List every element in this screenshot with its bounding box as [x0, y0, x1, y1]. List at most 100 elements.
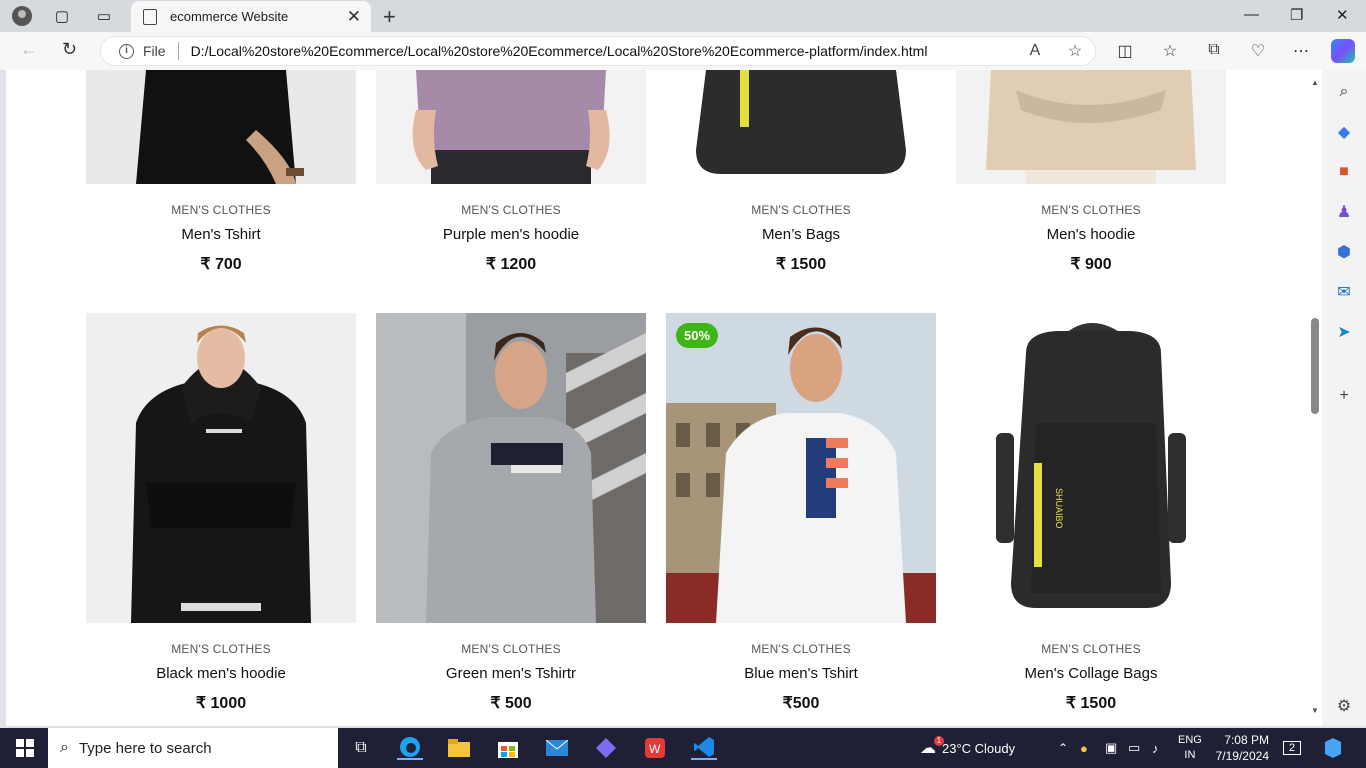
- windows-taskbar: ⌕ Type here to search ⧉ W ☁ 23°C Cloudy …: [0, 728, 1366, 768]
- product-image[interactable]: [666, 70, 936, 184]
- language-bottom: IN: [1184, 749, 1196, 761]
- close-window-icon[interactable]: ✕: [1336, 6, 1349, 24]
- product-card[interactable]: MEN'S CLOTHES Black men's hoodie ₹ 1000: [86, 313, 356, 713]
- language-top: ENG: [1178, 734, 1202, 746]
- microsoft-365-icon[interactable]: ⬢: [1334, 242, 1354, 262]
- product-name[interactable]: Men’s Bags: [666, 226, 936, 243]
- refresh-button[interactable]: ↻: [62, 39, 77, 60]
- file-explorer-icon[interactable]: [446, 736, 472, 760]
- read-aloud-icon[interactable]: A: [1015, 42, 1055, 60]
- product-image[interactable]: [376, 70, 646, 184]
- minimize-icon[interactable]: —: [1244, 6, 1259, 23]
- microsoft-store-icon[interactable]: [495, 736, 521, 760]
- product-card[interactable]: MEN'S CLOTHES Men's Tshirt ₹ 700: [86, 70, 356, 274]
- vscode-icon[interactable]: [691, 736, 717, 760]
- product-image[interactable]: SHUAIBO: [956, 313, 1226, 623]
- product-price: ₹500: [782, 695, 820, 712]
- language-indicator[interactable]: ENG IN: [1178, 728, 1202, 768]
- product-category: MEN'S CLOTHES: [461, 642, 561, 656]
- product-image[interactable]: [376, 313, 646, 623]
- date-text: 7/19/2024: [1215, 749, 1269, 763]
- profile-avatar-icon[interactable]: [10, 4, 34, 28]
- close-tab-icon[interactable]: ✕: [347, 7, 361, 27]
- notifications-icon[interactable]: 2: [1283, 728, 1302, 768]
- task-view-icon[interactable]: ⧉: [348, 736, 374, 760]
- send-icon[interactable]: ➤: [1334, 322, 1354, 342]
- product-name[interactable]: Men's Tshirt: [86, 226, 356, 243]
- more-menu-icon[interactable]: ⋯: [1289, 41, 1313, 61]
- svg-text:W: W: [649, 742, 661, 756]
- copilot-icon[interactable]: [1331, 39, 1355, 63]
- scroll-down-icon[interactable]: ▼: [1311, 706, 1319, 715]
- favorite-star-icon[interactable]: ☆: [1055, 41, 1095, 61]
- search-placeholder: Type here to search: [78, 739, 212, 757]
- edge-browser-icon[interactable]: [397, 736, 423, 760]
- page-icon: [143, 8, 157, 25]
- tab-ecommerce[interactable]: ecommerce Website ✕: [131, 1, 371, 32]
- product-card[interactable]: MEN'S CLOTHES Men’s Bags ₹ 1500: [666, 70, 936, 274]
- svg-text:SHUAIBO: SHUAIBO: [1054, 488, 1064, 529]
- restore-icon[interactable]: ❐: [1290, 6, 1303, 24]
- product-category: MEN'S CLOTHES: [171, 203, 271, 217]
- notification-count: 2: [1283, 741, 1302, 755]
- wps-office-icon[interactable]: W: [642, 736, 668, 760]
- product-name[interactable]: Green men's Tshirtr: [376, 665, 646, 682]
- product-name[interactable]: Men's hoodie: [956, 226, 1226, 243]
- product-price: ₹ 1500: [1065, 695, 1117, 712]
- product-card[interactable]: SHUAIBO MEN'S CLOTHES Men's Collage Bags…: [956, 313, 1226, 713]
- copilot-taskbar-icon[interactable]: [593, 736, 619, 760]
- weather-widget[interactable]: ☁ 23°C Cloudy: [920, 728, 1015, 768]
- tab-actions-icon[interactable]: ▭: [92, 4, 116, 28]
- product-name[interactable]: Purple men's hoodie: [376, 226, 646, 243]
- clock[interactable]: 7:08 PM 7/19/2024: [1213, 728, 1269, 768]
- product-card[interactable]: MEN'S CLOTHES Purple men's hoodie ₹ 1200: [376, 70, 646, 274]
- product-name[interactable]: Men's Collage Bags: [956, 665, 1226, 682]
- divider: [177, 42, 179, 60]
- search-icon: ⌕: [60, 739, 69, 756]
- product-card[interactable]: MEN'S CLOTHES Green men's Tshirtr ₹ 500: [376, 313, 646, 713]
- split-screen-icon[interactable]: ◫: [1113, 41, 1137, 61]
- product-price: ₹ 700: [200, 256, 242, 273]
- copilot-tray-icon[interactable]: [1320, 736, 1346, 760]
- taskbar-search[interactable]: ⌕ Type here to search: [48, 728, 338, 768]
- product-image[interactable]: 50%: [666, 313, 936, 623]
- battery-icon[interactable]: ▭: [1128, 728, 1140, 768]
- settings-gear-icon[interactable]: ⚙: [1334, 696, 1354, 716]
- product-name[interactable]: Black men's hoodie: [86, 665, 356, 682]
- weather-alert-badge: 1: [934, 736, 944, 746]
- volume-icon[interactable]: ♪: [1152, 728, 1159, 768]
- tray-app-icon[interactable]: ●: [1080, 728, 1088, 768]
- scroll-up-icon[interactable]: ▲: [1311, 78, 1319, 87]
- games-icon[interactable]: ♟: [1334, 202, 1354, 222]
- tools-icon[interactable]: ■: [1334, 162, 1354, 182]
- browser-essentials-icon[interactable]: ♡: [1246, 41, 1270, 61]
- tab-bar: ▢ ▭ ecommerce Website ✕ + — ❐ ✕: [0, 0, 1366, 32]
- scroll-thumb[interactable]: [1311, 318, 1319, 414]
- product-image[interactable]: [86, 70, 356, 184]
- windows-start-icon[interactable]: [12, 736, 38, 760]
- product-image[interactable]: [86, 313, 356, 623]
- product-card[interactable]: 50% MEN'S CLOTHES Blue men's Tshirt ₹500: [666, 313, 936, 713]
- url-text[interactable]: D:/Local%20store%20Ecommerce/Local%20sto…: [191, 43, 1015, 59]
- weather-text: 23°C Cloudy: [942, 740, 1016, 756]
- add-sidebar-icon[interactable]: +: [1334, 386, 1354, 406]
- workspaces-icon[interactable]: ▢: [50, 4, 74, 28]
- shopping-tag-icon[interactable]: ◆: [1334, 122, 1354, 142]
- new-tab-button[interactable]: +: [383, 4, 396, 30]
- info-icon[interactable]: i: [119, 43, 134, 59]
- collections-icon[interactable]: ⧉: [1202, 41, 1226, 59]
- address-bar[interactable]: i File D:/Local%20store%20Ecommerce/Loca…: [100, 36, 1096, 66]
- favorites-icon[interactable]: ☆: [1158, 41, 1182, 61]
- product-image[interactable]: [956, 70, 1226, 184]
- product-name[interactable]: Blue men's Tshirt: [666, 665, 936, 682]
- mail-icon[interactable]: [544, 736, 570, 760]
- back-button[interactable]: ←: [20, 39, 38, 60]
- product-category: MEN'S CLOTHES: [751, 642, 851, 656]
- product-category: MEN'S CLOTHES: [461, 203, 561, 217]
- vertical-scrollbar[interactable]: ▲ ▼: [1308, 70, 1322, 726]
- product-card[interactable]: MEN'S CLOTHES Men's hoodie ₹ 900: [956, 70, 1226, 274]
- meet-now-icon[interactable]: ▣: [1105, 728, 1117, 768]
- outlook-icon[interactable]: ✉: [1334, 282, 1354, 302]
- show-hidden-icons[interactable]: ⌃: [1058, 728, 1068, 768]
- search-icon[interactable]: ⌕: [1334, 82, 1354, 102]
